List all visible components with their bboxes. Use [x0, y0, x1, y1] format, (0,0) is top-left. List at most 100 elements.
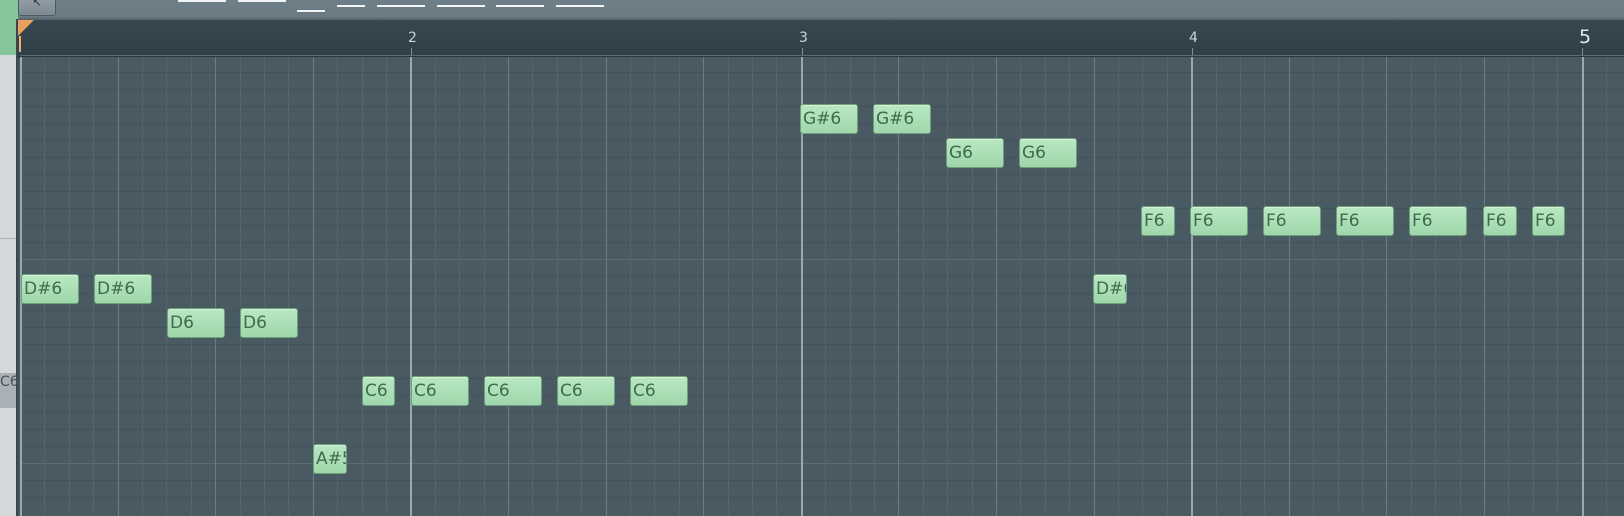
- grid-column-line: [1191, 57, 1193, 516]
- grid-column-line: [752, 57, 753, 516]
- toolbar-dash: [337, 5, 365, 7]
- grid-column-line: [386, 57, 387, 516]
- note[interactable]: G#6: [800, 104, 858, 134]
- playhead-line: [19, 36, 21, 52]
- grid-row-line: [20, 191, 1624, 192]
- grid-column-line: [166, 57, 167, 516]
- grid-column-line: [1435, 57, 1436, 516]
- bar-number: 4: [1189, 30, 1198, 46]
- grid-row-line: [20, 55, 1624, 56]
- grid-column-line: [1338, 57, 1339, 516]
- note[interactable]: D6: [167, 308, 225, 338]
- note[interactable]: G6: [946, 138, 1004, 168]
- note[interactable]: D#6: [1093, 274, 1127, 304]
- note[interactable]: G6: [1019, 138, 1077, 168]
- grid-column-line: [1216, 57, 1217, 516]
- grid-column-line: [410, 57, 412, 516]
- playhead-marker[interactable]: [18, 20, 34, 36]
- note[interactable]: F6: [1409, 206, 1467, 236]
- grid-column-line: [1289, 57, 1290, 516]
- grid-column-line: [1460, 57, 1461, 516]
- grid-column-line: [240, 57, 241, 516]
- grid-row-line: [20, 344, 1624, 345]
- grid-column-line: [484, 57, 485, 516]
- grid-row-line: [20, 497, 1624, 498]
- note[interactable]: C6: [630, 376, 688, 406]
- grid-column-line: [508, 57, 509, 516]
- arrow-icon: ↖: [32, 0, 42, 9]
- grid-column-line: [459, 57, 460, 516]
- grid-column-line: [215, 57, 216, 516]
- grid-column-line: [1508, 57, 1509, 516]
- grid-row-line: [20, 174, 1624, 175]
- grid-column-line: [1020, 57, 1021, 516]
- note[interactable]: F6: [1336, 206, 1394, 236]
- grid-column-line: [1142, 57, 1143, 516]
- grid-row-line: [20, 429, 1624, 430]
- note[interactable]: C6: [411, 376, 469, 406]
- grid-column-line: [1557, 57, 1558, 516]
- toolbar-dash: [556, 5, 604, 7]
- grid-row-line: [20, 361, 1624, 362]
- grid-column-line: [435, 57, 436, 516]
- note[interactable]: D6: [240, 308, 298, 338]
- grid-row-line: [20, 395, 1624, 396]
- toolbar-dash: [496, 5, 544, 7]
- toolbar-dash: [437, 5, 485, 7]
- note[interactable]: F6: [1263, 206, 1321, 236]
- grid-column-line: [1264, 57, 1265, 516]
- note[interactable]: F6: [1532, 206, 1565, 236]
- c6-key-label: C6: [0, 374, 19, 390]
- grid-column-line: [362, 57, 363, 516]
- grid-row-line: [20, 412, 1624, 413]
- grid-column-line: [1167, 57, 1168, 516]
- grid-column-line: [264, 57, 265, 516]
- grid-row-line: [20, 140, 1624, 141]
- grid-row-line: [20, 157, 1624, 158]
- grid-row-line: [20, 242, 1624, 243]
- grid-row-line: [20, 446, 1624, 447]
- channel-color-tab: [0, 0, 19, 20]
- grid-column-line: [1069, 57, 1070, 516]
- grid-row-line: [20, 463, 1624, 464]
- note[interactable]: D#6: [21, 274, 79, 304]
- bar-number: 5: [1579, 26, 1592, 48]
- grid-column-line: [606, 57, 607, 516]
- note[interactable]: C6: [362, 376, 395, 406]
- note[interactable]: G#6: [873, 104, 931, 134]
- note[interactable]: F6: [1190, 206, 1248, 236]
- grid-row-line: [20, 72, 1624, 73]
- note[interactable]: C6: [484, 376, 542, 406]
- grid-column-line: [654, 57, 655, 516]
- grid-column-line: [581, 57, 582, 516]
- grid-column-line: [1606, 57, 1607, 516]
- piano-roll-toolbar: ↖: [0, 0, 1624, 20]
- grid-column-line: [1386, 57, 1387, 516]
- grid-row-line: [20, 293, 1624, 294]
- toolbar-dash: [178, 0, 226, 2]
- grid-column-line: [1045, 57, 1046, 516]
- piano-keyboard[interactable]: [0, 55, 18, 516]
- note[interactable]: F6: [1141, 206, 1175, 236]
- note[interactable]: F6: [1483, 206, 1517, 236]
- grid-column-line: [1240, 57, 1241, 516]
- grid-column-line: [1582, 57, 1584, 516]
- grid-column-line: [703, 57, 704, 516]
- grid-column-line: [679, 57, 680, 516]
- note[interactable]: D#6: [94, 274, 152, 304]
- grid-column-line: [1484, 57, 1485, 516]
- timeline-ruler[interactable]: 2 3 4 5: [18, 19, 1624, 58]
- grid-row-line: [20, 89, 1624, 90]
- note[interactable]: C6: [557, 376, 615, 406]
- grid-column-line: [288, 57, 289, 516]
- grid-column-line: [996, 57, 997, 516]
- grid-column-line: [972, 57, 973, 516]
- key-divider: [0, 238, 16, 239]
- toolbar-dash: [297, 10, 325, 12]
- grid-row-line: [20, 378, 1624, 379]
- bar-number: 3: [799, 30, 808, 46]
- note[interactable]: A#5: [313, 444, 347, 474]
- grid-column-line: [947, 57, 948, 516]
- tool-menu-button[interactable]: ↖: [18, 0, 56, 16]
- grid-column-line: [191, 57, 192, 516]
